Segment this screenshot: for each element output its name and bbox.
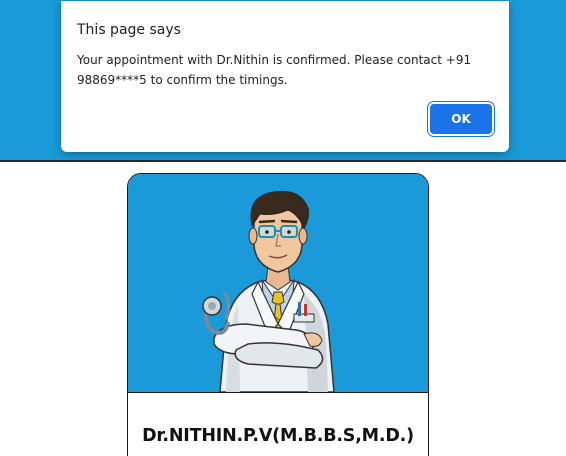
dialog-title: This page says xyxy=(77,22,181,38)
ok-button[interactable]: OK xyxy=(430,104,492,134)
alert-dialog: This page says Your appointment with Dr.… xyxy=(61,1,509,152)
banner-divider xyxy=(0,160,566,162)
page: Dr.NITHIN.P.V(M.B.B.S,M.D.) This page sa… xyxy=(0,0,566,456)
dialog-message: Your appointment with Dr.Nithin is confi… xyxy=(77,53,472,87)
doctor-image xyxy=(128,174,428,392)
card-image-divider xyxy=(128,392,428,393)
doctor-card: Dr.NITHIN.P.V(M.B.B.S,M.D.) xyxy=(127,173,429,456)
doctor-name: Dr.NITHIN.P.V(M.B.B.S,M.D.) xyxy=(142,426,414,446)
doctor-illustration-icon xyxy=(202,190,335,392)
